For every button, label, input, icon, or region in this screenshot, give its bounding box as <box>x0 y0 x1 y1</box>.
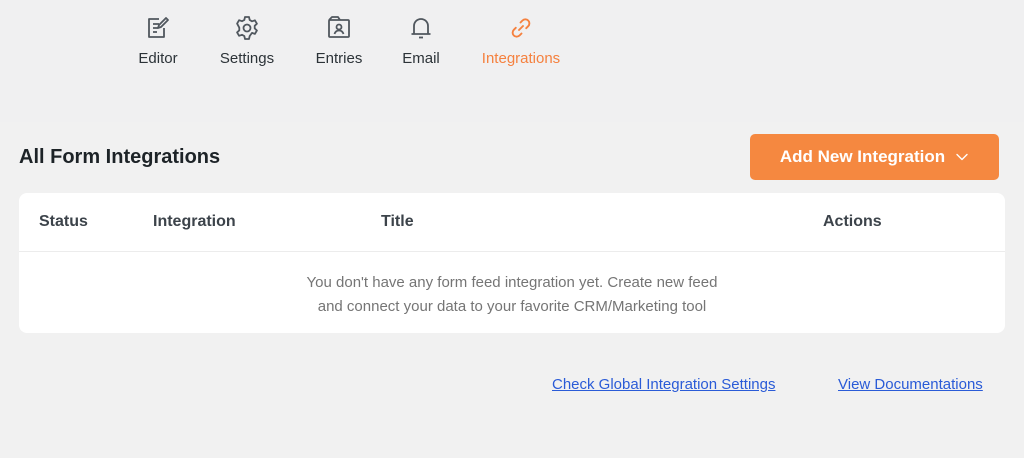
nav-entries[interactable]: Entries <box>312 14 366 74</box>
global-integration-settings-link[interactable]: Check Global Integration Settings <box>552 376 775 393</box>
nav-integrations-label: Integrations <box>481 50 561 67</box>
table-header: Status Integration Title Actions <box>19 193 1005 252</box>
view-documentations-link[interactable]: View Documentations <box>838 376 983 393</box>
link-icon <box>507 14 535 42</box>
column-header-title: Title <box>381 213 414 230</box>
contact-card-icon <box>325 14 353 42</box>
nav-integrations[interactable]: Integrations <box>476 14 566 74</box>
integrations-table: Status Integration Title Actions You don… <box>19 193 1005 333</box>
column-header-actions: Actions <box>823 213 882 230</box>
column-header-status: Status <box>39 213 88 230</box>
form-top-navigation: Editor Settings Entries Email Integratio… <box>0 0 1024 110</box>
nav-settings-label: Settings <box>219 50 275 67</box>
nav-editor-label: Editor <box>138 50 178 67</box>
page-title: All Form Integrations <box>19 146 221 168</box>
empty-state-line-1: You don't have any form feed integration… <box>306 274 718 291</box>
nav-email-label: Email <box>402 50 440 67</box>
chevron-down-icon <box>955 150 969 164</box>
nav-editor[interactable]: Editor <box>136 14 180 74</box>
bell-icon <box>407 14 435 42</box>
add-new-integration-label: Add New Integration <box>779 147 946 166</box>
empty-state-message: You don't have any form feed integration… <box>19 271 1005 319</box>
add-new-integration-button[interactable]: Add New Integration <box>750 134 999 180</box>
footer-links: Check Global Integration Settings View D… <box>0 376 1024 400</box>
gear-icon <box>233 14 261 42</box>
empty-state-line-2: and connect your data to your favorite C… <box>317 298 707 315</box>
nav-settings[interactable]: Settings <box>216 14 278 74</box>
edit-icon <box>144 14 172 42</box>
integrations-panel: All Form Integrations Add New Integratio… <box>0 122 1024 458</box>
nav-entries-label: Entries <box>315 50 363 67</box>
nav-email[interactable]: Email <box>400 14 442 74</box>
column-header-integration: Integration <box>153 213 236 230</box>
